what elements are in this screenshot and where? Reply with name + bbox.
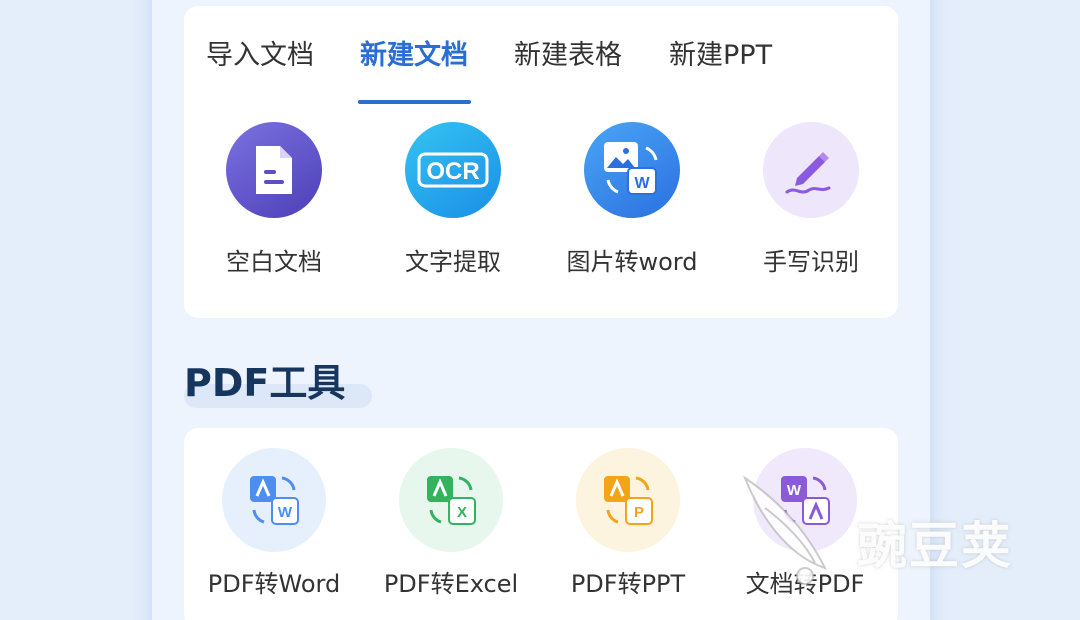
app-screen: 导入文档 新建文档 新建表格 新建PPT 空白文档 OCR 文字提取 W 图片转… bbox=[152, 0, 930, 620]
pdf-to-excel-icon: X bbox=[399, 448, 503, 552]
tool-label: 文字提取 bbox=[405, 248, 501, 276]
ocr-icon: OCR bbox=[405, 122, 501, 218]
handwriting-pen-icon bbox=[763, 122, 859, 218]
tool-pdf-to-word[interactable]: W PDF转Word bbox=[184, 448, 364, 599]
tool-image-to-word[interactable]: W 图片转word bbox=[542, 122, 722, 277]
image-to-word-icon: W bbox=[584, 122, 680, 218]
tool-label: PDF转Word bbox=[207, 570, 341, 598]
tool-label: PDF转Excel bbox=[383, 570, 519, 598]
tool-label: PDF转PPT bbox=[570, 570, 686, 598]
tool-label: 空白文档 bbox=[226, 248, 322, 276]
tab-new-document[interactable]: 新建文档 bbox=[360, 36, 468, 76]
tool-label: 图片转word bbox=[566, 248, 698, 276]
active-tab-indicator bbox=[358, 100, 471, 104]
blank-document-icon bbox=[226, 122, 322, 218]
tool-document-to-pdf[interactable]: W 文档转PDF bbox=[715, 448, 895, 599]
tab-new-spreadsheet[interactable]: 新建表格 bbox=[514, 36, 622, 76]
tool-text-extraction[interactable]: OCR 文字提取 bbox=[363, 122, 543, 277]
tool-blank-document[interactable]: 空白文档 bbox=[184, 122, 364, 277]
badge-text: P bbox=[634, 504, 644, 521]
tool-label: 手写识别 bbox=[763, 248, 859, 276]
badge-text: W bbox=[787, 482, 802, 499]
tab-new-ppt[interactable]: 新建PPT bbox=[669, 36, 772, 76]
word-to-pdf-icon: W bbox=[753, 448, 857, 552]
word-badge-text: W bbox=[634, 175, 650, 192]
section-title-pdf-tools: PDF工具 bbox=[184, 361, 346, 405]
badge-text: W bbox=[278, 504, 293, 521]
tool-label: 文档转PDF bbox=[745, 570, 865, 598]
pdf-to-ppt-icon: P bbox=[576, 448, 680, 552]
tab-import-document[interactable]: 导入文档 bbox=[206, 36, 314, 76]
tool-pdf-to-ppt[interactable]: P PDF转PPT bbox=[538, 448, 718, 599]
tab-bar: 导入文档 新建文档 新建表格 新建PPT bbox=[184, 6, 898, 106]
tool-handwriting-recognition[interactable]: 手写识别 bbox=[721, 122, 901, 277]
create-panel: 导入文档 新建文档 新建表格 新建PPT 空白文档 OCR 文字提取 W 图片转… bbox=[184, 6, 898, 318]
pdf-tools-panel: W PDF转Word X PDF转Excel P PDF转PPT W 文档转PD… bbox=[184, 428, 898, 620]
badge-text: X bbox=[457, 504, 467, 521]
ocr-badge-text: OCR bbox=[426, 158, 479, 185]
tool-pdf-to-excel[interactable]: X PDF转Excel bbox=[361, 448, 541, 599]
pdf-to-word-icon: W bbox=[222, 448, 326, 552]
